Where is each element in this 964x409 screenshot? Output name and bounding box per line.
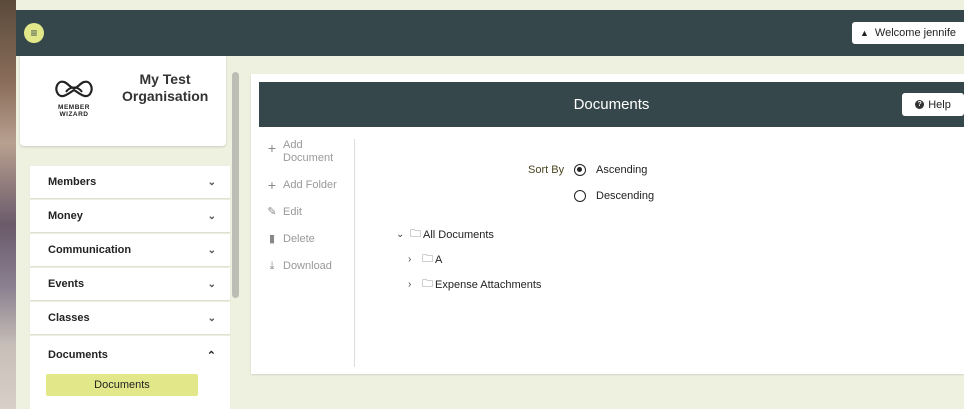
- sidebar-item-classes[interactable]: Classes ⌄: [30, 302, 230, 334]
- trash-icon: ▮: [268, 233, 276, 245]
- sidebar-item-label: Classes: [48, 312, 90, 324]
- add-document-button[interactable]: + Add Document: [265, 139, 354, 165]
- sidebar-item-label: Money: [48, 210, 83, 222]
- plus-icon: +: [267, 177, 277, 193]
- sidebar-item-communication[interactable]: Communication ⌄: [30, 234, 230, 266]
- action-list: + Add Document + Add Folder ✎ Edit ▮ Del…: [265, 139, 355, 367]
- action-label: Add Document: [283, 139, 334, 164]
- download-button[interactable]: ⤓ Download: [265, 260, 354, 273]
- documents-panel: Documents ? Help + Add Document + Add Fo…: [251, 74, 964, 374]
- menu-toggle-button[interactable]: ≡: [24, 23, 44, 43]
- folder-icon: 🗀: [422, 278, 433, 290]
- user-menu-button[interactable]: ▲ Welcome jennife: [852, 22, 964, 44]
- action-label: Edit: [283, 206, 302, 218]
- sidebar-item-events[interactable]: Events ⌄: [30, 268, 230, 300]
- tree-node-a[interactable]: › 🗀 A: [396, 253, 541, 266]
- add-folder-button[interactable]: + Add Folder: [265, 177, 354, 193]
- radio-checked-icon: [574, 164, 586, 176]
- chevron-down-icon: ⌄: [207, 176, 216, 188]
- plus-icon: +: [267, 140, 277, 156]
- chevron-down-icon: ⌄: [207, 312, 216, 324]
- sidebar-item-members[interactable]: Members ⌄: [30, 166, 230, 198]
- action-label: Add Folder: [283, 179, 337, 191]
- action-label: Delete: [283, 233, 315, 245]
- sidebar-item-label: Documents: [48, 349, 108, 361]
- help-button[interactable]: ? Help: [902, 93, 964, 116]
- logo-mark-icon: [55, 80, 93, 98]
- chevron-right-icon[interactable]: ›: [408, 279, 420, 290]
- sidebar-item-label: Events: [48, 278, 85, 290]
- chevron-down-icon: ⌄: [207, 244, 216, 256]
- org-name: My Test Organisation: [122, 71, 209, 104]
- chevron-up-icon: ⌃: [206, 349, 216, 362]
- tree-node-label: All Documents: [423, 228, 494, 241]
- action-label: Download: [283, 260, 332, 272]
- sort-by-label: Sort By: [528, 164, 565, 176]
- tree-node-all-documents[interactable]: ⌄ 🗀 All Documents: [396, 228, 541, 241]
- scrollbar-thumb[interactable]: [232, 72, 239, 298]
- sidebar-section-documents: Documents ⌃ Documents: [30, 336, 230, 409]
- sidebar-item-label: Communication: [48, 244, 132, 256]
- sidebar: MEMBER WIZARD My Test Organisation Membe…: [16, 56, 230, 409]
- folder-icon: 🗀: [410, 228, 421, 240]
- top-bar: ≡ ▲ Welcome jennife: [16, 10, 964, 56]
- radio-label: Descending: [596, 190, 655, 202]
- help-label: Help: [928, 98, 951, 111]
- sidebar-scrollbar[interactable]: [232, 62, 240, 409]
- sidebar-subitem-documents[interactable]: Documents: [46, 374, 198, 396]
- chevron-down-icon[interactable]: ⌄: [396, 229, 408, 240]
- welcome-text: Welcome jennife: [874, 27, 957, 39]
- pencil-icon: ✎: [267, 206, 277, 218]
- sidebar-item-label: Members: [48, 176, 97, 188]
- tree-node-label: A: [435, 253, 443, 266]
- sidebar-item-documents[interactable]: Documents ⌃: [30, 336, 230, 374]
- sort-descending-radio[interactable]: Descending: [574, 190, 654, 202]
- document-tree: ⌄ 🗀 All Documents › 🗀 A › 🗀 Expense Atta…: [396, 228, 541, 303]
- chevron-down-icon: ⌄: [207, 278, 216, 290]
- tree-node-expense-attachments[interactable]: › 🗀 Expense Attachments: [396, 278, 541, 291]
- sidebar-nav: Members ⌄ Money ⌄ Communication ⌄ Events…: [30, 166, 230, 409]
- panel-header: Documents ? Help: [259, 82, 964, 127]
- background-photo-strip: [0, 0, 16, 409]
- sidebar-item-money[interactable]: Money ⌄: [30, 200, 230, 232]
- sort-ascending-radio[interactable]: Ascending: [574, 164, 647, 176]
- tree-node-label: Expense Attachments: [435, 278, 542, 291]
- logo-text: MEMBER WIZARD: [58, 104, 90, 118]
- org-card: MEMBER WIZARD My Test Organisation: [20, 56, 226, 146]
- radio-unchecked-icon: [574, 190, 586, 202]
- question-icon: ?: [915, 100, 925, 109]
- folder-icon: 🗀: [422, 253, 433, 265]
- page-title: Documents: [573, 96, 650, 113]
- edit-button[interactable]: ✎ Edit: [265, 206, 354, 219]
- user-icon: ▲: [860, 28, 869, 38]
- download-icon: ⤓: [269, 260, 275, 272]
- chevron-down-icon: ⌄: [207, 210, 216, 222]
- chevron-right-icon[interactable]: ›: [408, 254, 420, 265]
- radio-label: Ascending: [596, 164, 648, 176]
- member-wizard-logo: MEMBER WIZARD: [52, 76, 96, 126]
- delete-button[interactable]: ▮ Delete: [265, 233, 354, 246]
